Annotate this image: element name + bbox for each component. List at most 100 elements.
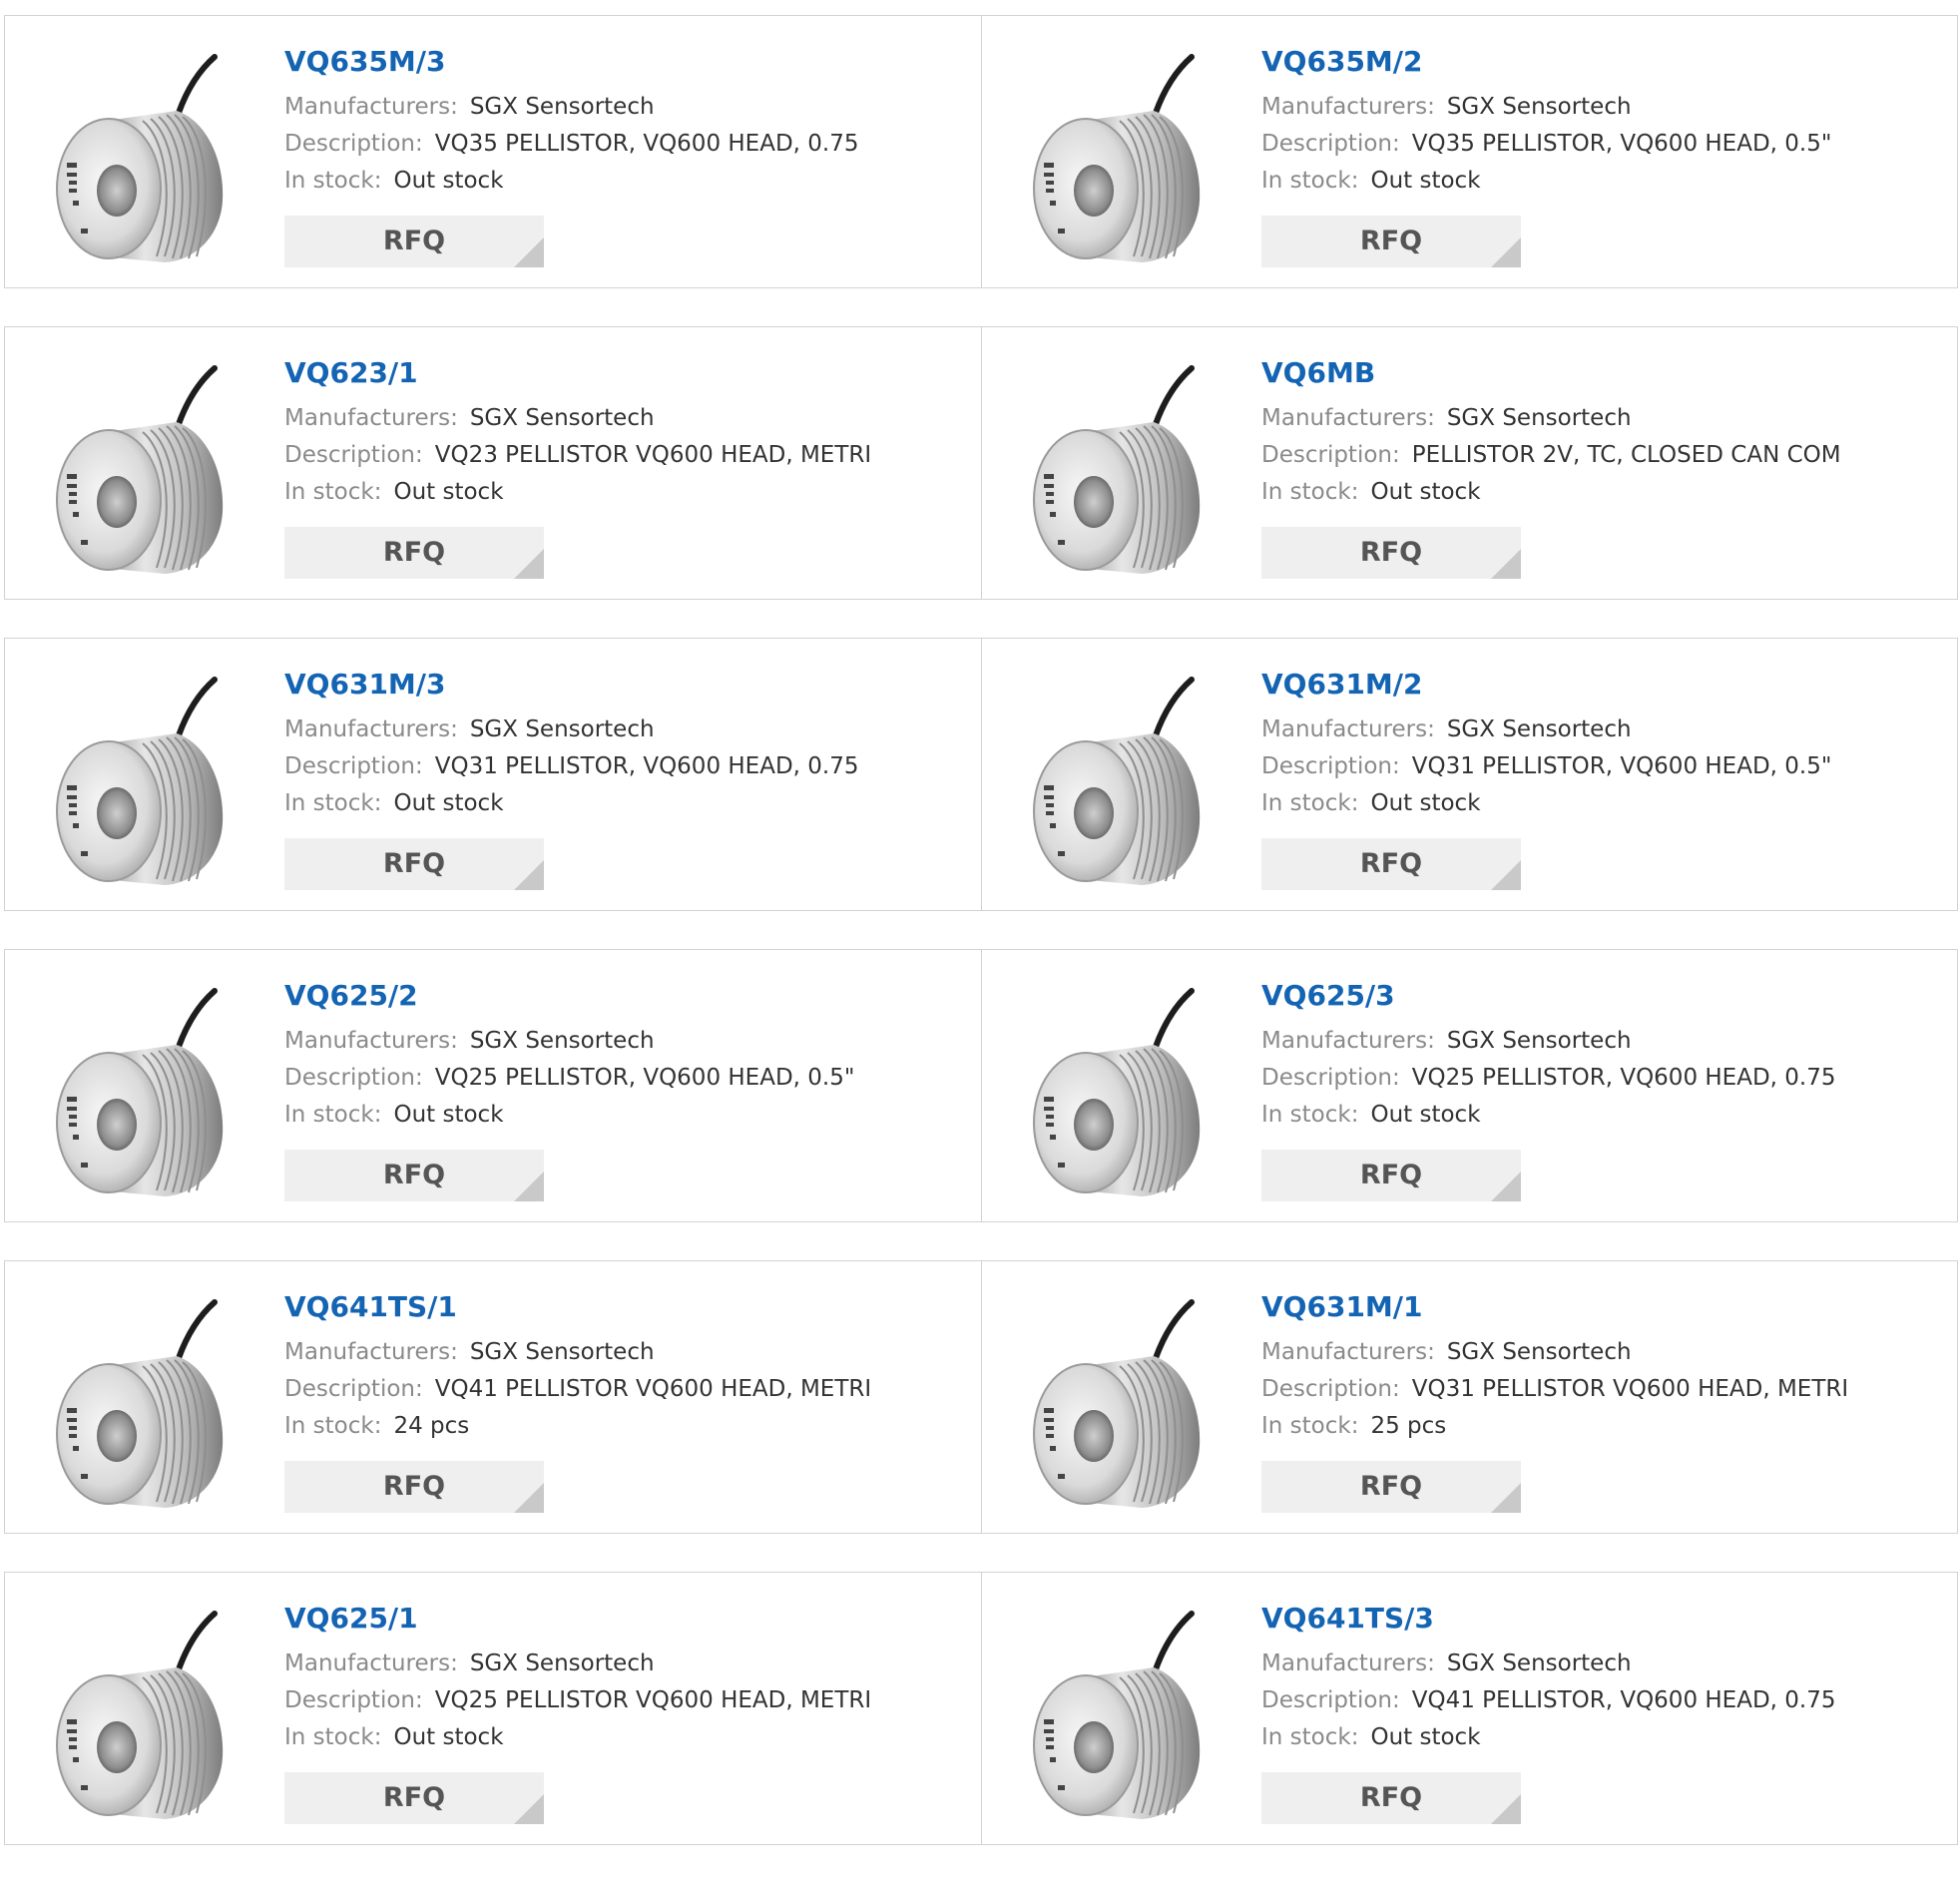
stock-row: In stock: Out stock — [1261, 1719, 1947, 1756]
manufacturer-value: SGX Sensortech — [1446, 94, 1632, 120]
product-title-link[interactable]: VQ625/1 — [284, 1601, 971, 1637]
description-label: Description: — [284, 1687, 423, 1713]
manufacturer-value: SGX Sensortech — [469, 716, 655, 742]
product-card: VQ623/1 Manufacturers: SGX Sensortech Des… — [5, 327, 981, 599]
product-title-link[interactable]: VQ641TS/3 — [1261, 1601, 1947, 1637]
rfq-button[interactable]: RFQ — [1261, 838, 1521, 890]
product-row: VQ631M/3 Manufacturers: SGX Sensortech De… — [4, 638, 1958, 911]
stock-label: In stock: — [284, 1102, 382, 1128]
product-title-link[interactable]: VQ625/3 — [1261, 978, 1947, 1014]
product-info: VQ641TS/1 Manufacturers: SGX Sensortech D… — [284, 1289, 971, 1445]
stock-label: In stock: — [284, 1413, 382, 1439]
rfq-button[interactable]: RFQ — [1261, 216, 1521, 267]
product-title-link[interactable]: VQ635M/3 — [284, 44, 971, 80]
stock-row: In stock: Out stock — [284, 785, 971, 822]
product-card: VQ641TS/1 Manufacturers: SGX Sensortech D… — [5, 1261, 981, 1533]
manufacturer-label: Manufacturers: — [284, 1650, 458, 1676]
manufacturer-label: Manufacturers: — [1261, 1650, 1435, 1676]
description-label: Description: — [284, 131, 423, 157]
product-title-link[interactable]: VQ631M/3 — [284, 667, 971, 703]
stock-label: In stock: — [1261, 168, 1359, 194]
product-row: VQ635M/3 Manufacturers: SGX Sensortech De… — [4, 15, 1958, 288]
rfq-button[interactable]: RFQ — [1261, 1772, 1521, 1824]
product-info: VQ641TS/3 Manufacturers: SGX Sensortech D… — [1261, 1601, 1947, 1756]
manufacturer-label: Manufacturers: — [284, 94, 458, 120]
product-info: VQ631M/3 Manufacturers: SGX Sensortech De… — [284, 667, 971, 822]
product-row: VQ641TS/1 Manufacturers: SGX Sensortech D… — [4, 1260, 1958, 1534]
rfq-button[interactable]: RFQ — [284, 1461, 544, 1513]
product-row: VQ623/1 Manufacturers: SGX Sensortech Des… — [4, 326, 1958, 600]
stock-value: Out stock — [1370, 790, 1481, 816]
manufacturer-value: SGX Sensortech — [1446, 405, 1632, 431]
manufacturer-row: Manufacturers: SGX Sensortech — [284, 1646, 971, 1682]
product-image[interactable] — [47, 362, 243, 578]
product-info: VQ631M/1 Manufacturers: SGX Sensortech De… — [1261, 1289, 1947, 1445]
stock-row: In stock: Out stock — [284, 163, 971, 200]
rfq-button[interactable]: RFQ — [284, 838, 544, 890]
product-card: VQ625/2 Manufacturers: SGX Sensortech Des… — [5, 950, 981, 1221]
manufacturer-row: Manufacturers: SGX Sensortech — [284, 89, 971, 126]
manufacturer-label: Manufacturers: — [284, 1339, 458, 1365]
product-image[interactable] — [1024, 1608, 1220, 1823]
product-image[interactable] — [47, 1608, 243, 1823]
product-info: VQ6MB Manufacturers: SGX Sensortech Descr… — [1261, 355, 1947, 511]
description-row: Description: VQ31 PELLISTOR, VQ600 HEAD, … — [1261, 748, 1947, 785]
stock-label: In stock: — [284, 790, 382, 816]
product-image[interactable] — [1024, 51, 1220, 266]
product-image[interactable] — [47, 51, 243, 266]
stock-row: In stock: 24 pcs — [284, 1408, 971, 1445]
description-row: Description: VQ35 PELLISTOR, VQ600 HEAD, … — [1261, 126, 1947, 163]
manufacturer-label: Manufacturers: — [284, 405, 458, 431]
rfq-button[interactable]: RFQ — [1261, 1461, 1521, 1513]
stock-label: In stock: — [1261, 790, 1359, 816]
stock-value: Out stock — [393, 1724, 504, 1750]
description-label: Description: — [284, 753, 423, 779]
manufacturer-value: SGX Sensortech — [469, 1650, 655, 1676]
rfq-button[interactable]: RFQ — [1261, 527, 1521, 579]
product-info: VQ625/3 Manufacturers: SGX Sensortech Des… — [1261, 978, 1947, 1134]
manufacturer-row: Manufacturers: SGX Sensortech — [1261, 1023, 1947, 1060]
product-title-link[interactable]: VQ623/1 — [284, 355, 971, 391]
description-row: Description: VQ35 PELLISTOR, VQ600 HEAD, … — [284, 126, 971, 163]
stock-value: Out stock — [393, 479, 504, 505]
product-title-link[interactable]: VQ641TS/1 — [284, 1289, 971, 1325]
product-title-link[interactable]: VQ635M/2 — [1261, 44, 1947, 80]
manufacturer-label: Manufacturers: — [1261, 1028, 1435, 1054]
description-row: Description: VQ25 PELLISTOR, VQ600 HEAD, … — [284, 1060, 971, 1097]
manufacturer-value: SGX Sensortech — [1446, 1650, 1632, 1676]
rfq-button[interactable]: RFQ — [284, 216, 544, 267]
product-info: VQ625/2 Manufacturers: SGX Sensortech Des… — [284, 978, 971, 1134]
product-card: VQ625/3 Manufacturers: SGX Sensortech Des… — [981, 950, 1957, 1221]
product-card: VQ635M/2 Manufacturers: SGX Sensortech De… — [981, 16, 1957, 287]
product-image[interactable] — [47, 1296, 243, 1512]
product-info: VQ625/1 Manufacturers: SGX Sensortech Des… — [284, 1601, 971, 1756]
stock-value: 24 pcs — [393, 1413, 470, 1439]
stock-value: Out stock — [393, 1102, 504, 1128]
product-image[interactable] — [47, 985, 243, 1200]
product-image[interactable] — [47, 674, 243, 889]
stock-value: Out stock — [393, 168, 504, 194]
product-card: VQ631M/3 Manufacturers: SGX Sensortech De… — [5, 639, 981, 910]
product-title-link[interactable]: VQ631M/1 — [1261, 1289, 1947, 1325]
rfq-button[interactable]: RFQ — [284, 1772, 544, 1824]
product-card: VQ6MB Manufacturers: SGX Sensortech Descr… — [981, 327, 1957, 599]
product-image[interactable] — [1024, 674, 1220, 889]
product-image[interactable] — [1024, 1296, 1220, 1512]
product-title-link[interactable]: VQ625/2 — [284, 978, 971, 1014]
manufacturer-label: Manufacturers: — [1261, 716, 1435, 742]
product-card: VQ631M/2 Manufacturers: SGX Sensortech De… — [981, 639, 1957, 910]
product-title-link[interactable]: VQ631M/2 — [1261, 667, 1947, 703]
rfq-button[interactable]: RFQ — [284, 1150, 544, 1201]
stock-label: In stock: — [1261, 479, 1359, 505]
stock-row: In stock: Out stock — [284, 1097, 971, 1134]
stock-value: Out stock — [1370, 1724, 1481, 1750]
product-image[interactable] — [1024, 362, 1220, 578]
product-title-link[interactable]: VQ6MB — [1261, 355, 1947, 391]
product-row: VQ625/2 Manufacturers: SGX Sensortech Des… — [4, 949, 1958, 1222]
rfq-button[interactable]: RFQ — [1261, 1150, 1521, 1201]
rfq-button[interactable]: RFQ — [284, 527, 544, 579]
manufacturer-row: Manufacturers: SGX Sensortech — [1261, 711, 1947, 748]
stock-row: In stock: Out stock — [1261, 163, 1947, 200]
description-row: Description: VQ25 PELLISTOR, VQ600 HEAD, … — [1261, 1060, 1947, 1097]
product-image[interactable] — [1024, 985, 1220, 1200]
